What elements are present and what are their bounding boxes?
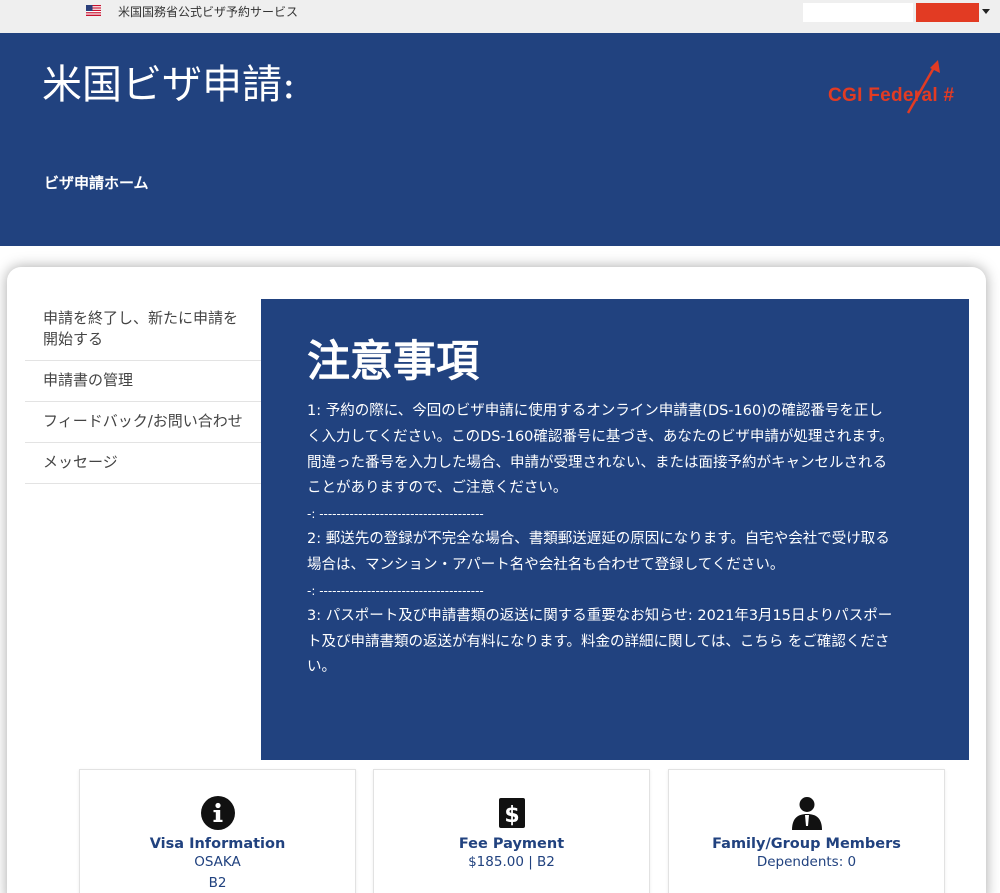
- notice-separator: -: -------------------------------------…: [307, 583, 484, 598]
- info-circle-icon: [200, 796, 235, 830]
- top-bar: 米国国務省公式ビザ予約サービス: [0, 0, 1000, 33]
- sidebar-item-manage-application[interactable]: 申請書の管理: [25, 361, 261, 402]
- us-flag-icon: [86, 5, 101, 16]
- page-title: 米国ビザ申請:: [42, 62, 296, 108]
- notice-body: 1: 予約の際に、今回のビザ申請に使用するオンライン申請書(DS-160)の確認…: [307, 399, 897, 681]
- account-dropdown-caret-icon[interactable]: [982, 9, 990, 14]
- notice-item-3[interactable]: 3: パスポート及び申請書類の返送に関する重要なお知らせ: 2021年3月15日…: [307, 604, 897, 681]
- tile-line: Dependents: 0: [756, 854, 857, 870]
- family-group-members-tile[interactable]: Family/Group Members Dependents: 0: [668, 769, 945, 893]
- annotation-label: CGI Federal #: [828, 85, 955, 106]
- fee-payment-tile[interactable]: $ Fee Payment $185.00 | B2: [373, 769, 650, 893]
- notice-panel: 注意事項 1: 予約の際に、今回のビザ申請に使用するオンライン申請書(DS-16…: [261, 299, 969, 760]
- notice-separator: -: -------------------------------------…: [307, 507, 484, 522]
- tile-line: OSAKA: [194, 854, 241, 870]
- dollar-icon: $: [498, 798, 525, 828]
- tile-title: Family/Group Members: [712, 836, 901, 852]
- sidebar: 申請を終了し、新たに申請を開始する 申請書の管理 フィードバック/お問い合わせ …: [25, 299, 261, 484]
- tile-line: B2: [208, 875, 227, 891]
- tile-title: Fee Payment: [458, 836, 565, 852]
- visa-information-tile[interactable]: Visa Information OSAKA B2: [79, 769, 356, 893]
- person-icon: [791, 797, 822, 830]
- notice-item-2: 2: 郵送先の登録が不完全な場合、書類郵送遅延の原因になります。自宅や会社で受け…: [307, 531, 890, 573]
- notice-item-1: 1: 予約の際に、今回のビザ申請に使用するオンライン申請書(DS-160)の確認…: [307, 403, 894, 497]
- account-redacted-box[interactable]: [916, 3, 979, 22]
- sidebar-item-new-application[interactable]: 申請を終了し、新たに申請を開始する: [25, 299, 261, 361]
- tile-line: $185.00 | B2: [468, 854, 555, 870]
- sidebar-item-messages[interactable]: メッセージ: [25, 443, 261, 484]
- breadcrumb[interactable]: ビザ申請ホーム: [44, 172, 149, 193]
- svg-text:$: $: [504, 803, 519, 828]
- service-name: 米国国務省公式ビザ予約サービス: [118, 5, 299, 19]
- page-header: 米国ビザ申請: ビザ申請ホーム CGI Federal #: [0, 33, 1000, 246]
- notice-title: 注意事項: [307, 337, 479, 387]
- tile-title: Visa Information: [149, 836, 286, 852]
- account-field[interactable]: [803, 3, 913, 22]
- sidebar-item-feedback[interactable]: フィードバック/お問い合わせ: [25, 402, 261, 443]
